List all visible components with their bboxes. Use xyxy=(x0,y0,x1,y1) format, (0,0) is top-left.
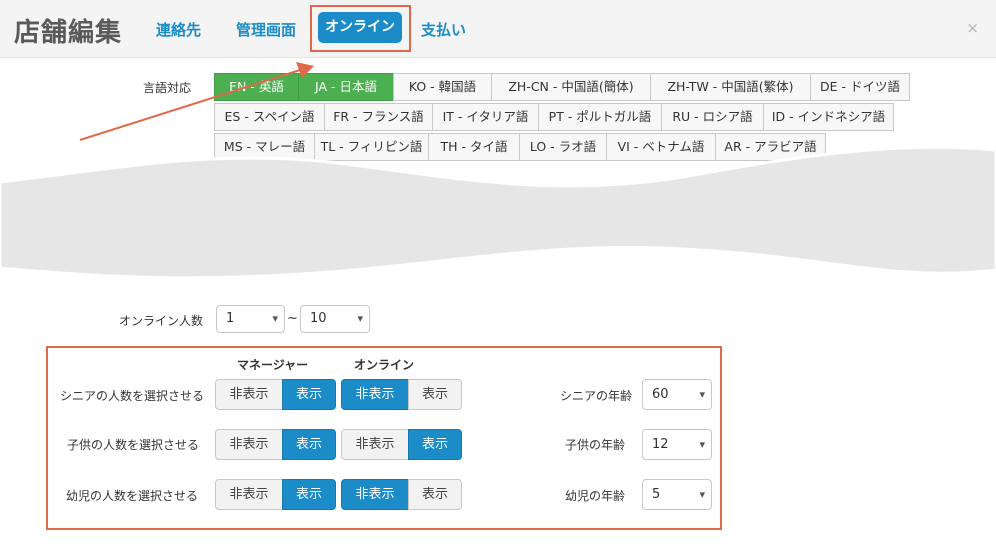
lang-ko-button[interactable]: KO - 韓国語 xyxy=(393,73,492,101)
infant-online-show-button[interactable]: 表示 xyxy=(408,479,462,510)
column-header-online: オンライン xyxy=(354,358,415,372)
tab-online[interactable]: オンライン xyxy=(318,12,402,43)
child-online-hide-button[interactable]: 非表示 xyxy=(341,429,409,460)
lang-id-button[interactable]: ID - インドネシア語 xyxy=(763,103,894,131)
lang-es-button[interactable]: ES - スペイン語 xyxy=(214,103,325,131)
chevron-down-icon: ▾ xyxy=(699,438,705,451)
lang-ja-button[interactable]: JA - 日本語 xyxy=(298,73,394,101)
lang-pt-button[interactable]: PT - ポルトガル語 xyxy=(538,103,662,131)
lang-th-button[interactable]: TH - タイ語 xyxy=(428,133,520,161)
online-count-max-select[interactable]: 10 ▾ xyxy=(300,305,370,333)
senior-online-show-button[interactable]: 表示 xyxy=(408,379,462,410)
senior-manager-hide-button[interactable]: 非表示 xyxy=(215,379,283,410)
senior-row-label: シニアの人数を選択させる xyxy=(60,389,205,403)
column-header-manager: マネージャー xyxy=(237,358,309,372)
child-row-label: 子供の人数を選択させる xyxy=(67,438,200,452)
lang-lo-button[interactable]: LO - ラオ語 xyxy=(519,133,607,161)
child-manager-hide-button[interactable]: 非表示 xyxy=(215,429,283,460)
tab-admin[interactable]: 管理画面 xyxy=(236,19,296,40)
chevron-down-icon: ▾ xyxy=(272,312,278,325)
tab-contact[interactable]: 連絡先 xyxy=(156,19,201,40)
modal-header: 店舗編集 連絡先 管理画面 オンライン 支払い × xyxy=(0,0,996,58)
senior-age-select[interactable]: 60 ▾ xyxy=(642,379,712,410)
infant-manager-hide-button[interactable]: 非表示 xyxy=(215,479,283,510)
lang-ar-button[interactable]: AR - アラビア語 xyxy=(715,133,826,161)
hidden-toggle-left xyxy=(216,204,263,234)
child-age-label: 子供の年齢 xyxy=(565,438,626,452)
hidden-toggle-right xyxy=(262,204,312,234)
lang-zh-tw-button[interactable]: ZH-TW - 中国語(繁体) xyxy=(650,73,811,101)
senior-online-hide-button[interactable]: 非表示 xyxy=(341,379,409,410)
lang-vi-button[interactable]: VI - ベトナム語 xyxy=(606,133,716,161)
lang-fr-button[interactable]: FR - フランス語 xyxy=(324,103,433,131)
infant-manager-show-button[interactable]: 表示 xyxy=(282,479,336,510)
chevron-down-icon: ▾ xyxy=(357,312,363,325)
online-count-min-select[interactable]: 1 ▾ xyxy=(216,305,285,333)
senior-manager-show-button[interactable]: 表示 xyxy=(282,379,336,410)
tab-payment[interactable]: 支払い xyxy=(421,19,466,40)
lang-it-button[interactable]: IT - イタリア語 xyxy=(432,103,539,131)
child-age-value: 12 xyxy=(652,437,669,452)
infant-age-select[interactable]: 5 ▾ xyxy=(642,479,712,510)
infant-online-hide-button[interactable]: 非表示 xyxy=(341,479,409,510)
child-manager-show-button[interactable]: 表示 xyxy=(282,429,336,460)
chevron-down-icon: ▾ xyxy=(699,388,705,401)
online-count-label: オンライン人数 xyxy=(119,314,204,328)
lang-tl-button[interactable]: TL - フィリピン語 xyxy=(314,133,429,161)
infant-age-value: 5 xyxy=(652,487,661,502)
infant-row-label: 幼児の人数を選択させる xyxy=(66,489,199,503)
infant-age-label: 幼児の年齢 xyxy=(565,489,626,503)
range-separator: ~ xyxy=(287,311,298,326)
child-online-show-button[interactable]: 表示 xyxy=(408,429,462,460)
lang-ru-button[interactable]: RU - ロシア語 xyxy=(661,103,764,131)
lang-en-button[interactable]: EN - 英語 xyxy=(214,73,299,101)
chevron-down-icon: ▾ xyxy=(699,488,705,501)
lang-de-button[interactable]: DE - ドイツ語 xyxy=(810,73,910,101)
page-title: 店舗編集 xyxy=(14,18,123,48)
senior-age-label: シニアの年齢 xyxy=(560,389,633,403)
online-count-max-value: 10 xyxy=(310,311,327,326)
senior-age-value: 60 xyxy=(652,387,669,402)
language-label: 言語対応 xyxy=(143,81,192,95)
close-icon[interactable]: × xyxy=(966,19,979,37)
lang-zh-cn-button[interactable]: ZH-CN - 中国語(簡体) xyxy=(491,73,651,101)
lang-ms-button[interactable]: MS - マレー語 xyxy=(214,133,315,161)
child-age-select[interactable]: 12 ▾ xyxy=(642,429,712,460)
online-count-min-value: 1 xyxy=(226,311,235,326)
